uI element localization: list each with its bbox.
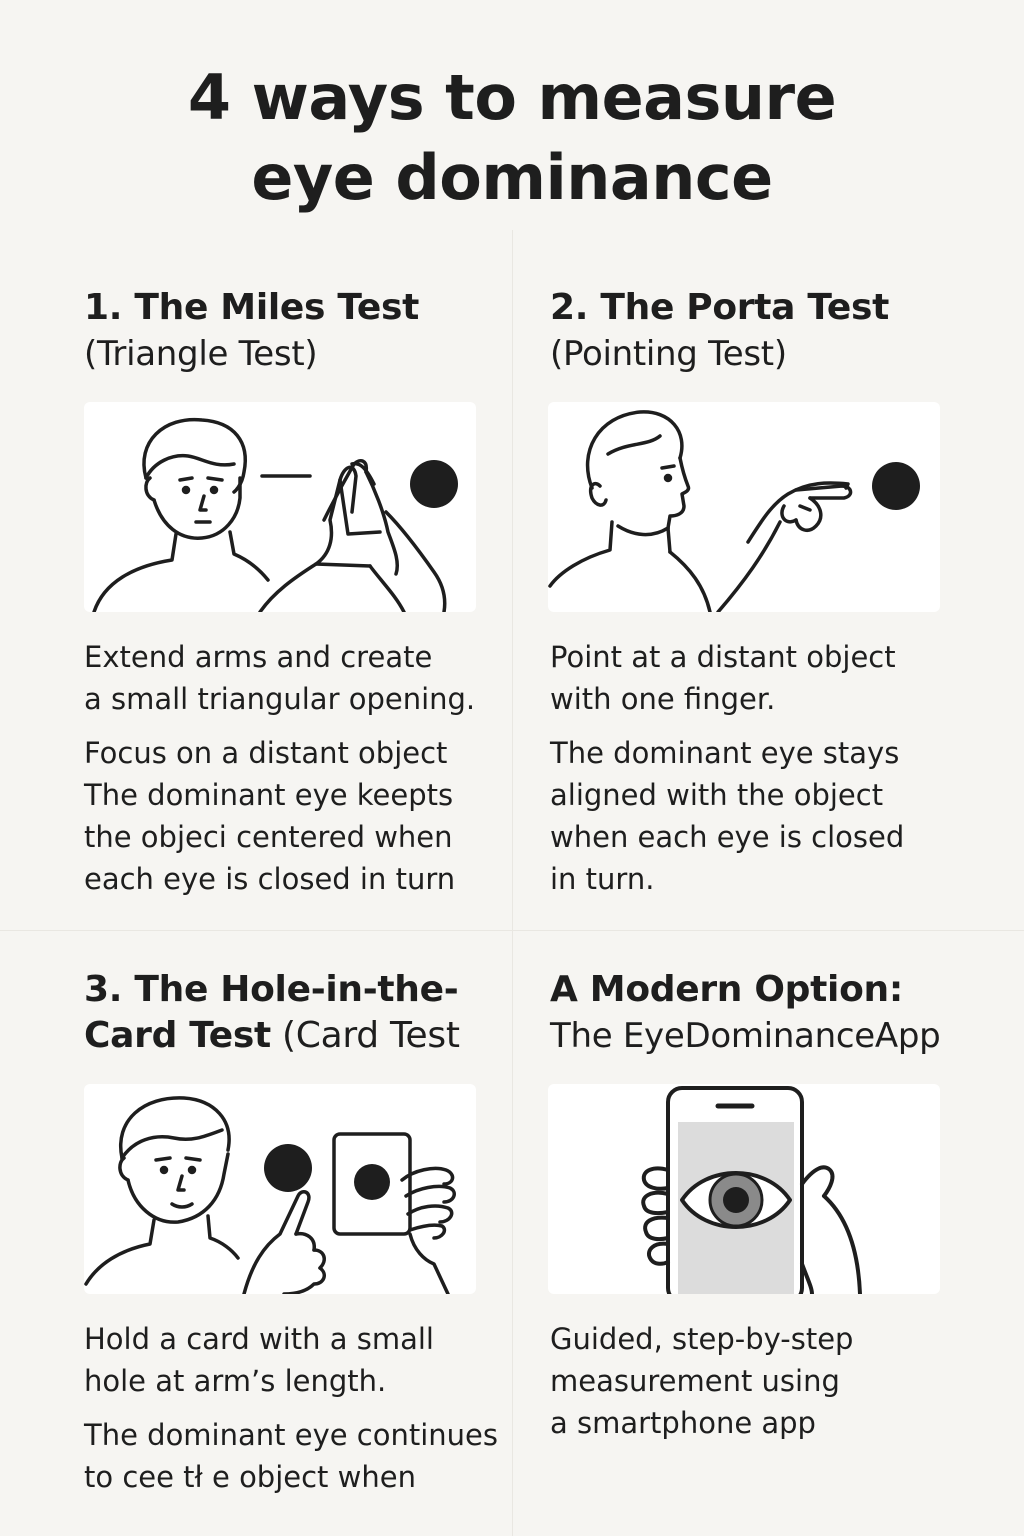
text-line: Extend arms and create <box>84 640 433 674</box>
vertical-divider <box>512 230 513 1536</box>
panel-paragraph-1: Point at a distant object with one finge… <box>550 636 970 720</box>
text-line: each eye is closed in turn <box>84 862 456 896</box>
page-title: 4 ways to measure eye dominance <box>0 58 1024 218</box>
title-line-1: 4 ways to measure <box>187 61 837 134</box>
text-line: with one finger. <box>550 682 776 716</box>
text-line: Hold a card with a small <box>84 1322 434 1356</box>
panel-subheading: The EyeDominanceApp <box>550 1016 941 1056</box>
panel-paragraph-1: Guided, step-by-step measurement using a… <box>550 1318 970 1444</box>
text-line: Point at a distant object <box>550 640 896 674</box>
text-line: to cee tł e object when <box>84 1460 416 1494</box>
text-line: Guided, step-by-step <box>550 1322 854 1356</box>
panel-heading: 2. The Porta Test <box>550 287 890 328</box>
panel-subheading: (Pointing Test) <box>550 334 787 374</box>
panel-hole-in-card-test: 3. The Hole-in-the- Card Test (Card Test <box>84 968 498 1494</box>
text-line: hole at arm’s length. <box>84 1364 387 1398</box>
panel-porta-test: 2. The Porta Test (Pointing Test) Point … <box>548 286 940 896</box>
text-line: The dominant eye keepts <box>84 778 454 812</box>
card-hole-person-icon <box>84 1084 476 1294</box>
text-line: The dominant eye stays <box>550 736 900 770</box>
panel-heading-rest: (Card Test <box>270 1015 460 1056</box>
panel-paragraph-1: Extend arms and create a small triangula… <box>84 636 504 720</box>
triangle-hands-person-icon <box>84 402 476 612</box>
horizontal-divider <box>0 930 1024 931</box>
panel-paragraph-2: Focus on a distant object The dominant e… <box>84 732 504 900</box>
text-line: Focus on a distant object <box>84 736 448 770</box>
panel-heading: 1. The Miles Test <box>84 287 420 328</box>
panel-paragraph-1: Hold a card with a small hole at arm’s l… <box>84 1318 504 1402</box>
text-line: a smartphone app <box>550 1406 816 1440</box>
panel-heading: A Modern Option: <box>550 969 903 1010</box>
text-line: measurement using <box>550 1364 840 1398</box>
title-line-2: eye dominance <box>251 141 773 214</box>
pointing-person-icon <box>548 402 940 612</box>
panel-heading: 3. The Hole-in-the- <box>84 969 459 1010</box>
panel-heading-bold-part: Card Test <box>84 1015 271 1056</box>
text-line: in turn. <box>550 862 655 896</box>
panel-modern-option: A Modern Option: The EyeDominanceApp Gui… <box>548 968 941 1440</box>
panel-miles-test: 1. The Miles Test (Triangle Test) Extend… <box>84 286 476 896</box>
text-line: The dominant eye continues <box>84 1418 499 1452</box>
panel-subheading: Card Test (Card Test <box>84 1012 460 1060</box>
text-line: a small triangular opening. <box>84 682 476 716</box>
text-line: when each eye is closed <box>550 820 905 854</box>
text-line: the objeci centered when <box>84 820 453 854</box>
text-line: aligned with the object <box>550 778 884 812</box>
smartphone-eye-icon <box>548 1084 940 1294</box>
panel-paragraph-2: The dominant eye continues to cee tł e o… <box>84 1414 504 1498</box>
panel-subheading: (Triangle Test) <box>84 334 318 374</box>
panel-paragraph-2: The dominant eye stays aligned with the … <box>550 732 970 900</box>
